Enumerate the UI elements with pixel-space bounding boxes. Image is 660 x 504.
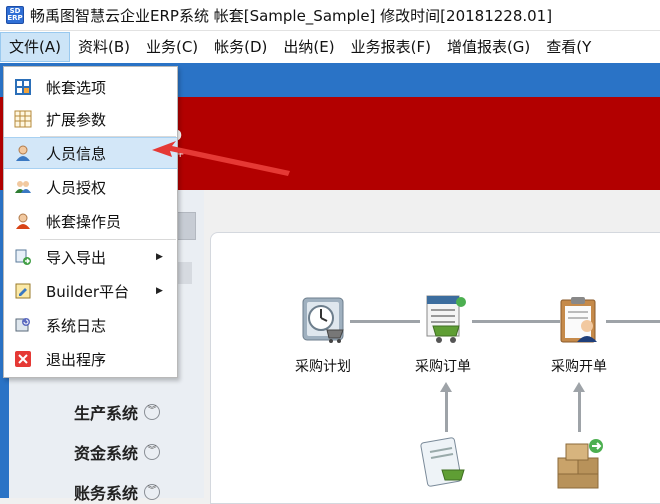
submenu-arrow-icon: ▶ [156, 252, 163, 262]
menu-item-label: 扩展参数 [46, 110, 107, 129]
user-authorization-icon [14, 178, 32, 196]
menu-item-label: 导入导出 [46, 248, 107, 267]
menu-file[interactable]: 文件(A) [0, 32, 70, 62]
menu-item-label: Builder平台 [46, 282, 130, 301]
menu-item-label: 系统日志 [46, 316, 107, 335]
flow-node-label: 采购订单 [415, 359, 471, 375]
flow-connector [445, 392, 448, 432]
app-logo-icon: SD ERP [6, 6, 24, 24]
menu-item-import-export[interactable]: 导入导出 ▶ [4, 241, 177, 273]
account-operator-icon [14, 212, 32, 230]
sidebar-item-label: 生产系统 [74, 404, 139, 423]
menu-bar: 文件(A) 资料(B) 业务(C) 帐务(D) 出纳(E) 业务报表(F) 增值… [0, 31, 660, 63]
person-info-icon [14, 144, 32, 162]
sidebar-item-accounts[interactable]: 账务系统 ︾ [74, 480, 161, 504]
menu-item-label: 帐套选项 [46, 78, 107, 97]
title-bar: SD ERP 畅禹图智慧云企业ERP系统 帐套[Sample_Sample] 修改… [0, 0, 660, 31]
extended-params-icon [14, 110, 32, 128]
flow-node-purchase-billing[interactable]: 采购开单 [534, 294, 624, 376]
menu-item-exit[interactable]: 退出程序 [4, 343, 177, 375]
menu-item-account-operator[interactable]: 帐套操作员 [4, 205, 177, 237]
menu-item-extended-params[interactable]: 扩展参数 [4, 103, 177, 135]
chevron-down-icon[interactable]: ︾ [144, 404, 161, 420]
goods-stock-icon[interactable] [552, 436, 608, 492]
sidebar-item-funds[interactable]: 资金系统 ︾ [74, 440, 161, 464]
menu-item-person-info[interactable]: 人员信息 [4, 137, 177, 169]
menu-value-added-reports[interactable]: 增值报表(G) [439, 32, 538, 62]
submenu-arrow-icon: ▶ [156, 286, 163, 296]
import-export-icon [14, 248, 32, 266]
sidebar-scroll-block [176, 262, 192, 284]
chevron-down-icon[interactable]: ︾ [144, 444, 161, 460]
sidebar-item-production[interactable]: 生产系统 ︾ [74, 400, 161, 424]
flow-node-purchase-order[interactable]: 采购订单 [398, 294, 488, 376]
flow-node-purchase-plan[interactable]: 采购计划 [278, 294, 368, 376]
menu-item-account-options[interactable]: 帐套选项 [4, 71, 177, 103]
menu-data[interactable]: 资料(B) [70, 32, 138, 62]
exit-icon [14, 350, 32, 368]
menu-item-label: 帐套操作员 [46, 212, 122, 231]
flow-connector [578, 392, 581, 432]
menu-item-system-log[interactable]: 系统日志 [4, 309, 177, 341]
menu-item-label: 人员授权 [46, 178, 107, 197]
flow-node-label: 采购计划 [295, 359, 351, 375]
purchase-plan-icon [297, 294, 349, 346]
arrow-up-icon [573, 382, 585, 392]
sidebar-item-label: 资金系统 [74, 444, 139, 463]
menu-view[interactable]: 查看(Y [538, 32, 599, 62]
menu-item-builder-platform[interactable]: Builder平台 ▶ [4, 275, 177, 307]
menu-business-reports[interactable]: 业务报表(F) [343, 32, 439, 62]
menu-item-label: 退出程序 [46, 350, 107, 369]
builder-platform-icon [14, 282, 32, 300]
menu-cashier[interactable]: 出纳(E) [275, 32, 342, 62]
purchase-order-icon [417, 294, 469, 346]
window-title: 畅禹图智慧云企业ERP系统 帐套[Sample_Sample] 修改时间[201… [30, 6, 553, 25]
purchase-billing-icon [553, 294, 605, 346]
file-menu-dropdown: 帐套选项 扩展参数 人员信息 人员授权 帐套操作员 导入导出 ▶ Builder… [3, 66, 178, 378]
system-log-icon [14, 316, 32, 334]
clipboard-cart-icon[interactable] [416, 436, 472, 492]
flow-node-label: 采购开单 [551, 359, 607, 375]
menu-business[interactable]: 业务(C) [138, 32, 206, 62]
sidebar-item-label: 账务系统 [74, 484, 139, 503]
menu-accounting[interactable]: 帐务(D) [206, 32, 275, 62]
menu-item-user-authorization[interactable]: 人员授权 [4, 171, 177, 203]
menu-item-label: 人员信息 [46, 144, 107, 163]
account-options-icon [14, 78, 32, 96]
arrow-up-icon [440, 382, 452, 392]
menu-separator [40, 239, 176, 240]
